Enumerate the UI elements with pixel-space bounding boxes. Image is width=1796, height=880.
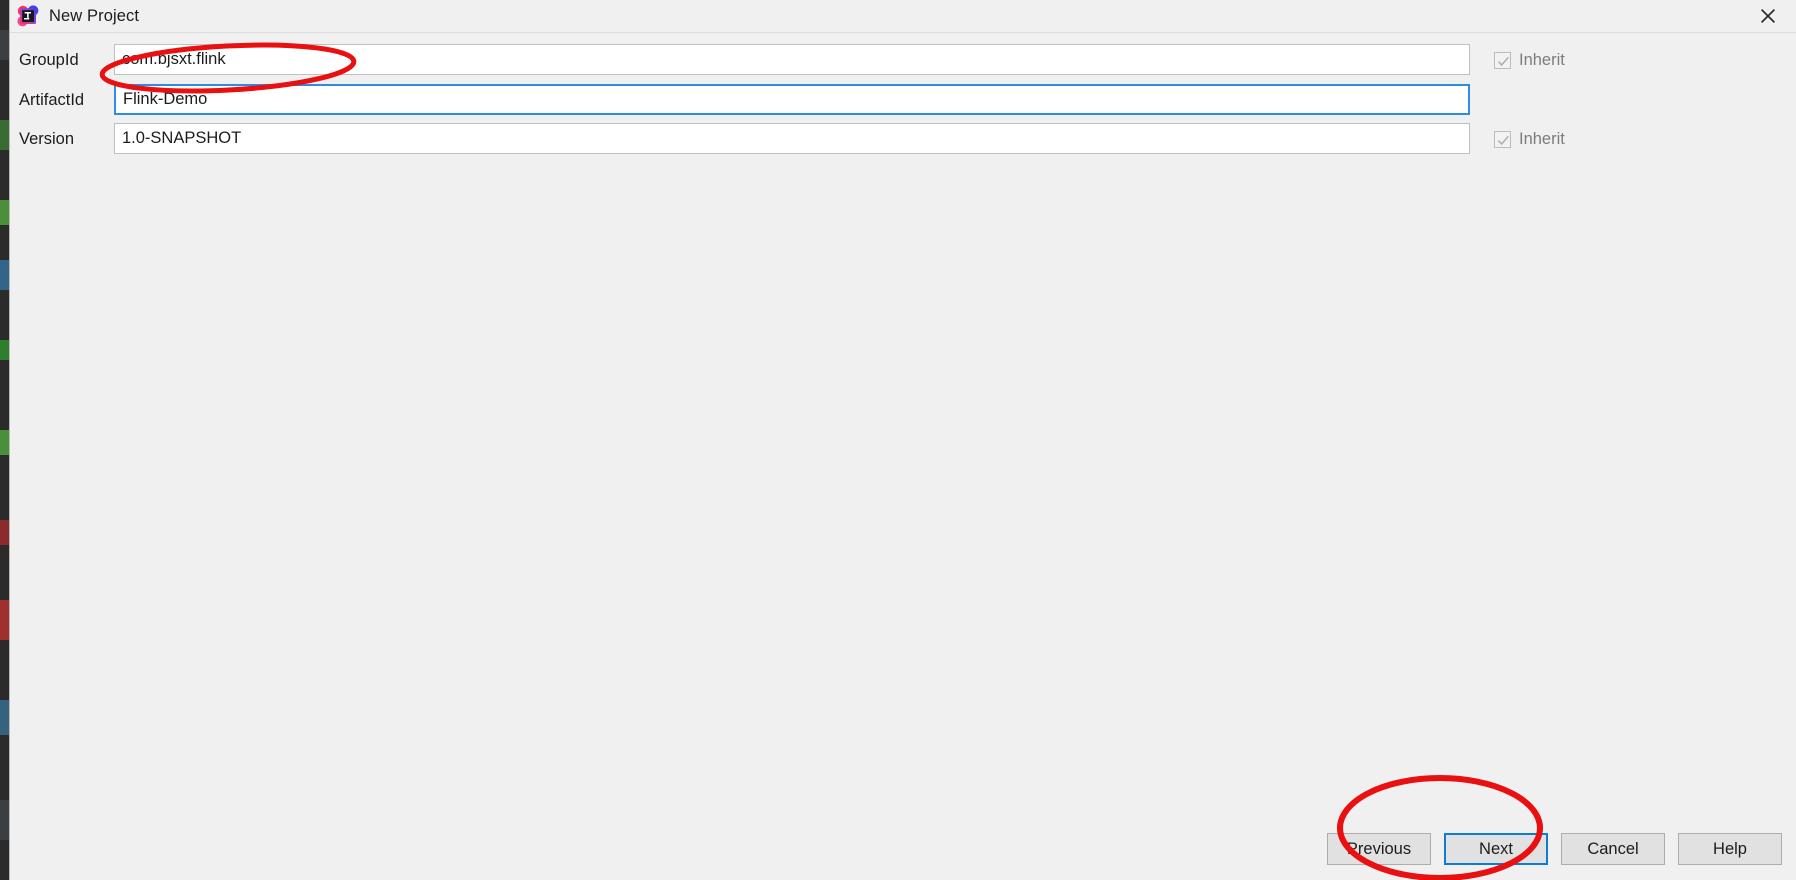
groupid-label: GroupId bbox=[19, 51, 79, 69]
artifactid-input[interactable] bbox=[114, 84, 1470, 115]
artifactid-label: ArtifactId bbox=[19, 91, 85, 109]
form-row-groupid: GroupId Inherit bbox=[10, 44, 1796, 76]
groupid-input[interactable] bbox=[114, 44, 1470, 75]
dialog-footer-buttons: Previous Next Cancel Help bbox=[1327, 833, 1782, 865]
close-icon[interactable] bbox=[1740, 0, 1796, 32]
version-inherit-checkbox[interactable]: Inherit bbox=[1494, 123, 1565, 155]
dialog-title: New Project bbox=[49, 7, 140, 25]
version-label: Version bbox=[19, 130, 75, 148]
background-editor-sliver bbox=[0, 0, 9, 880]
form-row-artifactid: ArtifactId bbox=[10, 84, 1796, 116]
dialog-titlebar: New Project bbox=[10, 0, 1796, 33]
previous-button[interactable]: Previous bbox=[1327, 833, 1431, 865]
checkbox-checked-icon bbox=[1494, 130, 1511, 148]
project-coordinates-form: GroupId Inherit ArtifactId Vers bbox=[10, 33, 1796, 173]
groupid-inherit-checkbox[interactable]: Inherit bbox=[1494, 44, 1565, 76]
version-input[interactable] bbox=[114, 123, 1470, 154]
checkbox-checked-icon bbox=[1494, 51, 1511, 69]
form-row-version: Version Inherit bbox=[10, 123, 1796, 155]
version-inherit-label: Inherit bbox=[1519, 129, 1565, 148]
groupid-inherit-label: Inherit bbox=[1519, 50, 1565, 69]
help-button[interactable]: Help bbox=[1678, 833, 1782, 865]
cancel-button[interactable]: Cancel bbox=[1561, 833, 1665, 865]
new-project-dialog-screen: New Project GroupId Inherit bbox=[0, 0, 1796, 880]
new-project-dialog: New Project GroupId Inherit bbox=[9, 0, 1796, 880]
intellij-idea-icon bbox=[17, 5, 39, 27]
next-button[interactable]: Next bbox=[1444, 833, 1548, 865]
